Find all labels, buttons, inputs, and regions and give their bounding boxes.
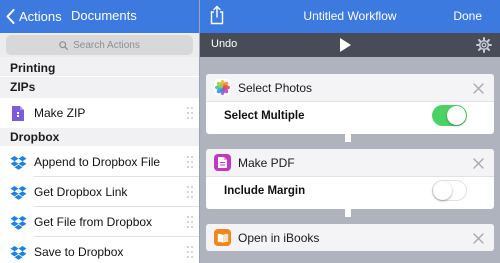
action-label: Save to Dropbox xyxy=(34,245,124,259)
include-margin-toggle[interactable] xyxy=(432,180,467,201)
drag-handle-icon[interactable] xyxy=(187,216,193,228)
section-header-dropbox: Dropbox xyxy=(0,128,199,146)
dropbox-icon xyxy=(9,153,27,171)
search-placeholder: Search Actions xyxy=(73,39,140,51)
action-row-append-dropbox[interactable]: Append to Dropbox File xyxy=(0,147,199,177)
close-icon[interactable] xyxy=(473,231,484,249)
zip-file-icon xyxy=(9,104,27,122)
section-header-zips: ZIPs xyxy=(0,77,199,98)
drag-handle-icon[interactable] xyxy=(187,107,193,119)
action-row-get-dropbox-link[interactable]: Get Dropbox Link xyxy=(0,177,199,207)
undo-button[interactable]: Undo xyxy=(211,38,237,50)
toggle-knob xyxy=(447,106,466,125)
dropbox-icon xyxy=(9,213,27,231)
action-label: Get Dropbox Link xyxy=(34,185,128,199)
photos-icon xyxy=(214,79,231,96)
search-icon xyxy=(59,40,69,50)
card-connector xyxy=(345,134,351,142)
action-card-open-ibooks[interactable]: Open in iBooks xyxy=(206,224,494,251)
card-title: Make PDF xyxy=(238,156,295,170)
parameter-row: Include Margin xyxy=(206,176,494,205)
ibooks-icon xyxy=(214,229,231,246)
workflow-editor: Untitled Workflow Done Undo Select Photo… xyxy=(200,0,500,263)
action-label: Make ZIP xyxy=(34,106,86,120)
workflow-nav-bar: Untitled Workflow Done xyxy=(200,0,500,33)
back-label: Actions xyxy=(19,8,62,24)
drag-handle-icon[interactable] xyxy=(187,156,193,168)
select-multiple-toggle[interactable] xyxy=(432,105,467,126)
card-header: Open in iBooks xyxy=(206,224,494,251)
toggle-knob xyxy=(433,181,452,200)
action-card-select-photos[interactable]: Select Photos Select Multiple xyxy=(206,74,494,134)
parameter-row: Select Multiple xyxy=(206,101,494,130)
card-connector xyxy=(345,209,351,217)
dropbox-icon xyxy=(9,243,27,261)
action-card-make-pdf[interactable]: Make PDF Include Margin xyxy=(206,149,494,209)
chevron-left-icon xyxy=(6,8,15,24)
card-header: Make PDF xyxy=(206,149,494,176)
parameter-label: Include Margin xyxy=(224,185,306,197)
close-icon[interactable] xyxy=(473,156,484,174)
search-input[interactable]: Search Actions xyxy=(6,35,193,55)
documents-tab[interactable]: Documents xyxy=(71,8,137,23)
actions-panel: Actions Documents Search Actions Printin… xyxy=(0,0,199,263)
workflow-toolbar: Undo xyxy=(200,33,500,57)
action-label: Get File from Dropbox xyxy=(34,215,153,229)
action-row-get-file-dropbox[interactable]: Get File from Dropbox xyxy=(0,207,199,237)
play-icon[interactable] xyxy=(339,37,352,58)
dropbox-icon xyxy=(9,183,27,201)
drag-handle-icon[interactable] xyxy=(187,246,193,258)
share-icon[interactable] xyxy=(210,5,224,30)
back-button[interactable]: Actions xyxy=(6,7,62,25)
drag-handle-icon[interactable] xyxy=(187,186,193,198)
actions-nav-bar: Actions Documents xyxy=(0,0,199,33)
search-bar: Search Actions xyxy=(0,33,199,57)
done-button[interactable]: Done xyxy=(453,9,482,23)
close-icon[interactable] xyxy=(473,81,484,99)
gear-icon[interactable] xyxy=(476,37,492,58)
card-header: Select Photos xyxy=(206,74,494,101)
section-header-printing: Printing xyxy=(0,57,199,76)
card-title: Open in iBooks xyxy=(238,231,320,245)
card-title: Select Photos xyxy=(238,81,313,95)
action-row-save-dropbox[interactable]: Save to Dropbox xyxy=(0,237,199,263)
parameter-label: Select Multiple xyxy=(224,110,305,122)
pdf-icon xyxy=(214,154,231,171)
action-label: Append to Dropbox File xyxy=(34,155,161,169)
action-row-make-zip[interactable]: Make ZIP xyxy=(0,98,199,128)
